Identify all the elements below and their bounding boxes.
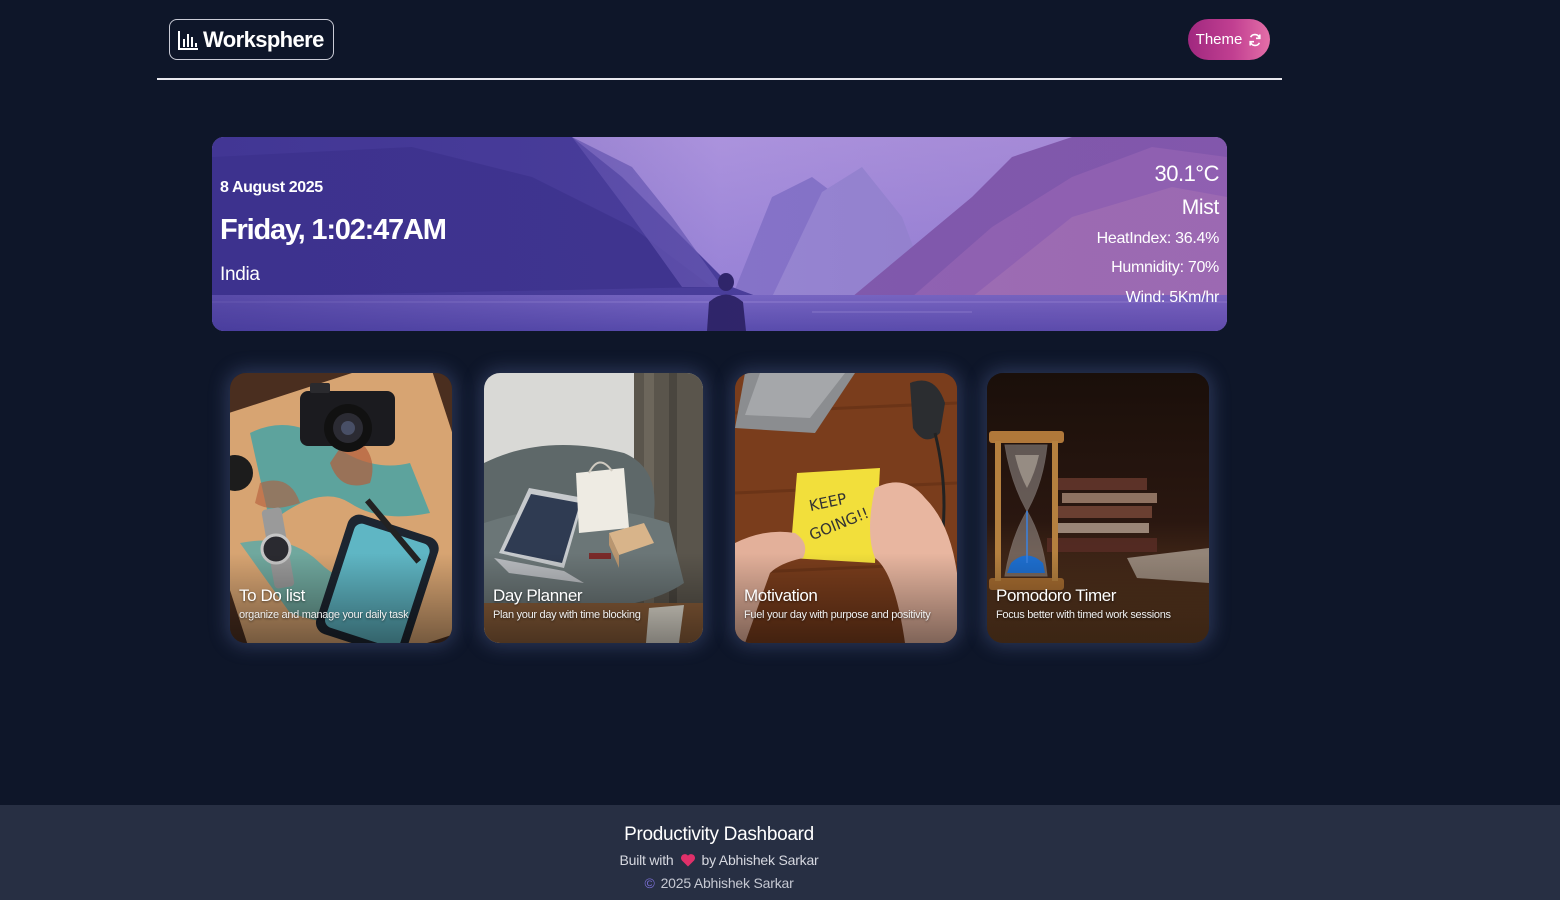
hero-date: 8 August 2025 — [220, 179, 323, 196]
card-subtitle: organize and manage your daily task — [239, 609, 409, 621]
card-pomodoro-timer[interactable]: Pomodoro Timer Focus better with timed w… — [987, 373, 1209, 643]
hero-clock: Friday, 1:02:47AM — [220, 214, 447, 246]
weather-wind: Wind: 5Km/hr — [1125, 289, 1220, 306]
card-subtitle: Focus better with timed work sessions — [996, 609, 1171, 621]
copyright-text: 2025 Abhishek Sarkar — [660, 875, 794, 891]
card-title: Pomodoro Timer — [996, 586, 1117, 605]
bar-chart-icon — [178, 30, 198, 50]
top-navbar: Worksphere Theme — [157, 0, 1282, 80]
theme-label: Theme — [1195, 31, 1243, 48]
footer-copyright: © 2025 Abhishek Sarkar — [0, 875, 1438, 891]
logo-text: Worksphere — [203, 26, 324, 52]
card-title: To Do list — [239, 586, 305, 605]
weather-temperature: 30.1°C — [1154, 161, 1219, 186]
heart-icon — [680, 854, 695, 867]
footer-built-suffix: by Abhishek Sarkar — [701, 852, 819, 868]
card-title: Day Planner — [493, 586, 583, 605]
footer-credit: Built with by Abhishek Sarkar — [0, 852, 1438, 868]
hero-banner: 8 August 2025 Friday, 1:02:47AM India 30… — [212, 137, 1227, 331]
card-title: Motivation — [744, 586, 818, 605]
copyright-icon: © — [644, 875, 655, 891]
card-subtitle: Plan your day with time blocking — [493, 609, 641, 621]
theme-toggle-button[interactable]: Theme — [1188, 19, 1270, 60]
footer: Productivity Dashboard Built with by Abh… — [0, 805, 1560, 900]
card-todo-list[interactable]: To Do list organize and manage your dail… — [230, 373, 452, 643]
card-day-planner[interactable]: Day Planner Plan your day with time bloc… — [484, 373, 703, 643]
refresh-icon — [1249, 33, 1261, 46]
logo-button[interactable]: Worksphere — [169, 19, 334, 60]
weather-heat-index: HeatIndex: 36.4% — [1096, 230, 1220, 247]
weather-condition: Mist — [1181, 196, 1220, 219]
footer-title: Productivity Dashboard — [624, 824, 814, 845]
weather-humidity: Humnidity: 70% — [1111, 259, 1219, 276]
hero-location: India — [220, 264, 260, 285]
card-subtitle: Fuel your day with purpose and positivit… — [744, 609, 931, 621]
footer-built-prefix: Built with — [619, 852, 674, 868]
card-motivation[interactable]: KEEP GOING!! Motivation Fuel your day wi… — [735, 373, 957, 643]
